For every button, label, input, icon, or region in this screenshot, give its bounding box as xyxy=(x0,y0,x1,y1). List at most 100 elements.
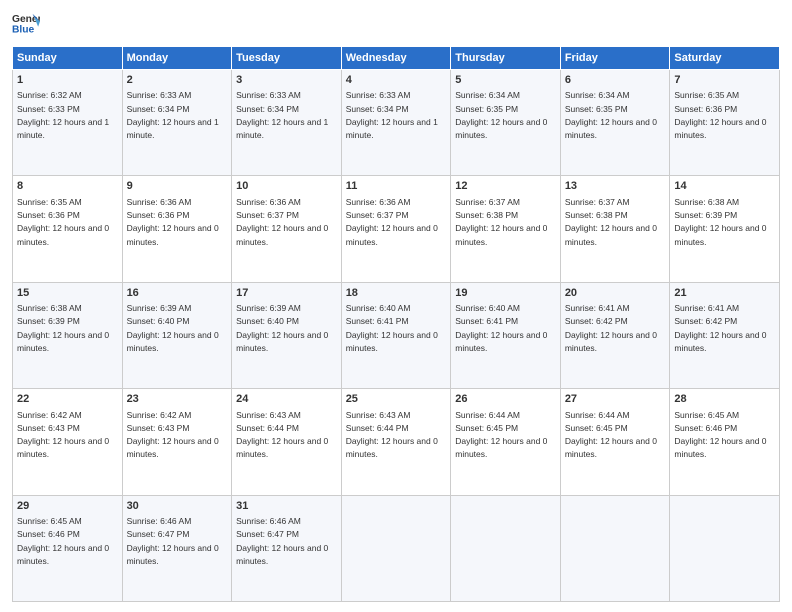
day-info: Sunrise: 6:45 AMSunset: 6:46 PMDaylight:… xyxy=(17,516,109,566)
day-info: Sunrise: 6:34 AMSunset: 6:35 PMDaylight:… xyxy=(565,90,657,140)
calendar-cell: 26 Sunrise: 6:44 AMSunset: 6:45 PMDaylig… xyxy=(451,389,561,495)
calendar-cell: 14 Sunrise: 6:38 AMSunset: 6:39 PMDaylig… xyxy=(670,176,780,282)
day-info: Sunrise: 6:34 AMSunset: 6:35 PMDaylight:… xyxy=(455,90,547,140)
calendar-header-thursday: Thursday xyxy=(451,47,561,70)
day-info: Sunrise: 6:33 AMSunset: 6:34 PMDaylight:… xyxy=(346,90,438,140)
calendar-cell: 24 Sunrise: 6:43 AMSunset: 6:44 PMDaylig… xyxy=(232,389,342,495)
day-number: 21 xyxy=(674,286,775,301)
day-number: 27 xyxy=(565,392,666,407)
day-info: Sunrise: 6:43 AMSunset: 6:44 PMDaylight:… xyxy=(346,410,438,460)
day-number: 23 xyxy=(127,392,228,407)
calendar-week-row: 29 Sunrise: 6:45 AMSunset: 6:46 PMDaylig… xyxy=(13,495,780,601)
logo-icon: General Blue xyxy=(12,10,40,38)
day-number: 30 xyxy=(127,499,228,514)
calendar-cell: 18 Sunrise: 6:40 AMSunset: 6:41 PMDaylig… xyxy=(341,282,451,388)
day-info: Sunrise: 6:42 AMSunset: 6:43 PMDaylight:… xyxy=(17,410,109,460)
calendar-header-sunday: Sunday xyxy=(13,47,123,70)
calendar-cell: 16 Sunrise: 6:39 AMSunset: 6:40 PMDaylig… xyxy=(122,282,232,388)
day-info: Sunrise: 6:37 AMSunset: 6:38 PMDaylight:… xyxy=(565,197,657,247)
day-info: Sunrise: 6:46 AMSunset: 6:47 PMDaylight:… xyxy=(236,516,328,566)
day-info: Sunrise: 6:40 AMSunset: 6:41 PMDaylight:… xyxy=(346,303,438,353)
day-number: 9 xyxy=(127,179,228,194)
day-info: Sunrise: 6:42 AMSunset: 6:43 PMDaylight:… xyxy=(127,410,219,460)
calendar-cell: 20 Sunrise: 6:41 AMSunset: 6:42 PMDaylig… xyxy=(560,282,670,388)
day-info: Sunrise: 6:40 AMSunset: 6:41 PMDaylight:… xyxy=(455,303,547,353)
day-number: 28 xyxy=(674,392,775,407)
calendar-week-row: 8 Sunrise: 6:35 AMSunset: 6:36 PMDayligh… xyxy=(13,176,780,282)
calendar-cell: 7 Sunrise: 6:35 AMSunset: 6:36 PMDayligh… xyxy=(670,70,780,176)
calendar-cell: 13 Sunrise: 6:37 AMSunset: 6:38 PMDaylig… xyxy=(560,176,670,282)
day-info: Sunrise: 6:41 AMSunset: 6:42 PMDaylight:… xyxy=(674,303,766,353)
calendar-cell: 19 Sunrise: 6:40 AMSunset: 6:41 PMDaylig… xyxy=(451,282,561,388)
day-info: Sunrise: 6:39 AMSunset: 6:40 PMDaylight:… xyxy=(236,303,328,353)
day-number: 31 xyxy=(236,499,337,514)
day-info: Sunrise: 6:41 AMSunset: 6:42 PMDaylight:… xyxy=(565,303,657,353)
calendar-cell: 17 Sunrise: 6:39 AMSunset: 6:40 PMDaylig… xyxy=(232,282,342,388)
day-info: Sunrise: 6:32 AMSunset: 6:33 PMDaylight:… xyxy=(17,90,109,140)
day-number: 25 xyxy=(346,392,447,407)
calendar-week-row: 1 Sunrise: 6:32 AMSunset: 6:33 PMDayligh… xyxy=(13,70,780,176)
calendar-header-saturday: Saturday xyxy=(670,47,780,70)
day-number: 12 xyxy=(455,179,556,194)
calendar-cell: 1 Sunrise: 6:32 AMSunset: 6:33 PMDayligh… xyxy=(13,70,123,176)
day-info: Sunrise: 6:33 AMSunset: 6:34 PMDaylight:… xyxy=(236,90,328,140)
calendar-cell: 22 Sunrise: 6:42 AMSunset: 6:43 PMDaylig… xyxy=(13,389,123,495)
day-number: 22 xyxy=(17,392,118,407)
day-info: Sunrise: 6:36 AMSunset: 6:37 PMDaylight:… xyxy=(346,197,438,247)
day-number: 3 xyxy=(236,73,337,88)
day-number: 6 xyxy=(565,73,666,88)
calendar-cell: 2 Sunrise: 6:33 AMSunset: 6:34 PMDayligh… xyxy=(122,70,232,176)
header: General Blue xyxy=(12,10,780,38)
day-info: Sunrise: 6:39 AMSunset: 6:40 PMDaylight:… xyxy=(127,303,219,353)
calendar-cell: 3 Sunrise: 6:33 AMSunset: 6:34 PMDayligh… xyxy=(232,70,342,176)
day-info: Sunrise: 6:45 AMSunset: 6:46 PMDaylight:… xyxy=(674,410,766,460)
calendar-cell: 6 Sunrise: 6:34 AMSunset: 6:35 PMDayligh… xyxy=(560,70,670,176)
day-number: 15 xyxy=(17,286,118,301)
day-number: 11 xyxy=(346,179,447,194)
day-number: 4 xyxy=(346,73,447,88)
calendar-cell: 5 Sunrise: 6:34 AMSunset: 6:35 PMDayligh… xyxy=(451,70,561,176)
day-info: Sunrise: 6:43 AMSunset: 6:44 PMDaylight:… xyxy=(236,410,328,460)
day-number: 18 xyxy=(346,286,447,301)
day-info: Sunrise: 6:37 AMSunset: 6:38 PMDaylight:… xyxy=(455,197,547,247)
calendar-cell: 15 Sunrise: 6:38 AMSunset: 6:39 PMDaylig… xyxy=(13,282,123,388)
calendar-cell: 9 Sunrise: 6:36 AMSunset: 6:36 PMDayligh… xyxy=(122,176,232,282)
calendar-week-row: 15 Sunrise: 6:38 AMSunset: 6:39 PMDaylig… xyxy=(13,282,780,388)
calendar-table: SundayMondayTuesdayWednesdayThursdayFrid… xyxy=(12,46,780,602)
calendar-cell: 8 Sunrise: 6:35 AMSunset: 6:36 PMDayligh… xyxy=(13,176,123,282)
day-number: 26 xyxy=(455,392,556,407)
day-number: 5 xyxy=(455,73,556,88)
calendar-cell xyxy=(451,495,561,601)
day-info: Sunrise: 6:36 AMSunset: 6:37 PMDaylight:… xyxy=(236,197,328,247)
calendar-header-friday: Friday xyxy=(560,47,670,70)
day-info: Sunrise: 6:44 AMSunset: 6:45 PMDaylight:… xyxy=(565,410,657,460)
calendar-header-tuesday: Tuesday xyxy=(232,47,342,70)
calendar-cell xyxy=(560,495,670,601)
calendar-cell: 21 Sunrise: 6:41 AMSunset: 6:42 PMDaylig… xyxy=(670,282,780,388)
calendar-cell: 12 Sunrise: 6:37 AMSunset: 6:38 PMDaylig… xyxy=(451,176,561,282)
day-number: 17 xyxy=(236,286,337,301)
calendar-cell: 11 Sunrise: 6:36 AMSunset: 6:37 PMDaylig… xyxy=(341,176,451,282)
day-number: 8 xyxy=(17,179,118,194)
day-info: Sunrise: 6:44 AMSunset: 6:45 PMDaylight:… xyxy=(455,410,547,460)
calendar-week-row: 22 Sunrise: 6:42 AMSunset: 6:43 PMDaylig… xyxy=(13,389,780,495)
day-number: 1 xyxy=(17,73,118,88)
calendar-cell: 28 Sunrise: 6:45 AMSunset: 6:46 PMDaylig… xyxy=(670,389,780,495)
day-number: 13 xyxy=(565,179,666,194)
day-info: Sunrise: 6:38 AMSunset: 6:39 PMDaylight:… xyxy=(674,197,766,247)
day-number: 10 xyxy=(236,179,337,194)
day-info: Sunrise: 6:33 AMSunset: 6:34 PMDaylight:… xyxy=(127,90,219,140)
calendar-header-wednesday: Wednesday xyxy=(341,47,451,70)
calendar-cell: 31 Sunrise: 6:46 AMSunset: 6:47 PMDaylig… xyxy=(232,495,342,601)
calendar-cell: 30 Sunrise: 6:46 AMSunset: 6:47 PMDaylig… xyxy=(122,495,232,601)
calendar-cell: 29 Sunrise: 6:45 AMSunset: 6:46 PMDaylig… xyxy=(13,495,123,601)
calendar-cell xyxy=(341,495,451,601)
day-number: 16 xyxy=(127,286,228,301)
day-info: Sunrise: 6:38 AMSunset: 6:39 PMDaylight:… xyxy=(17,303,109,353)
logo: General Blue xyxy=(12,10,44,38)
day-number: 7 xyxy=(674,73,775,88)
calendar-cell: 10 Sunrise: 6:36 AMSunset: 6:37 PMDaylig… xyxy=(232,176,342,282)
day-info: Sunrise: 6:46 AMSunset: 6:47 PMDaylight:… xyxy=(127,516,219,566)
calendar-cell: 25 Sunrise: 6:43 AMSunset: 6:44 PMDaylig… xyxy=(341,389,451,495)
day-number: 24 xyxy=(236,392,337,407)
